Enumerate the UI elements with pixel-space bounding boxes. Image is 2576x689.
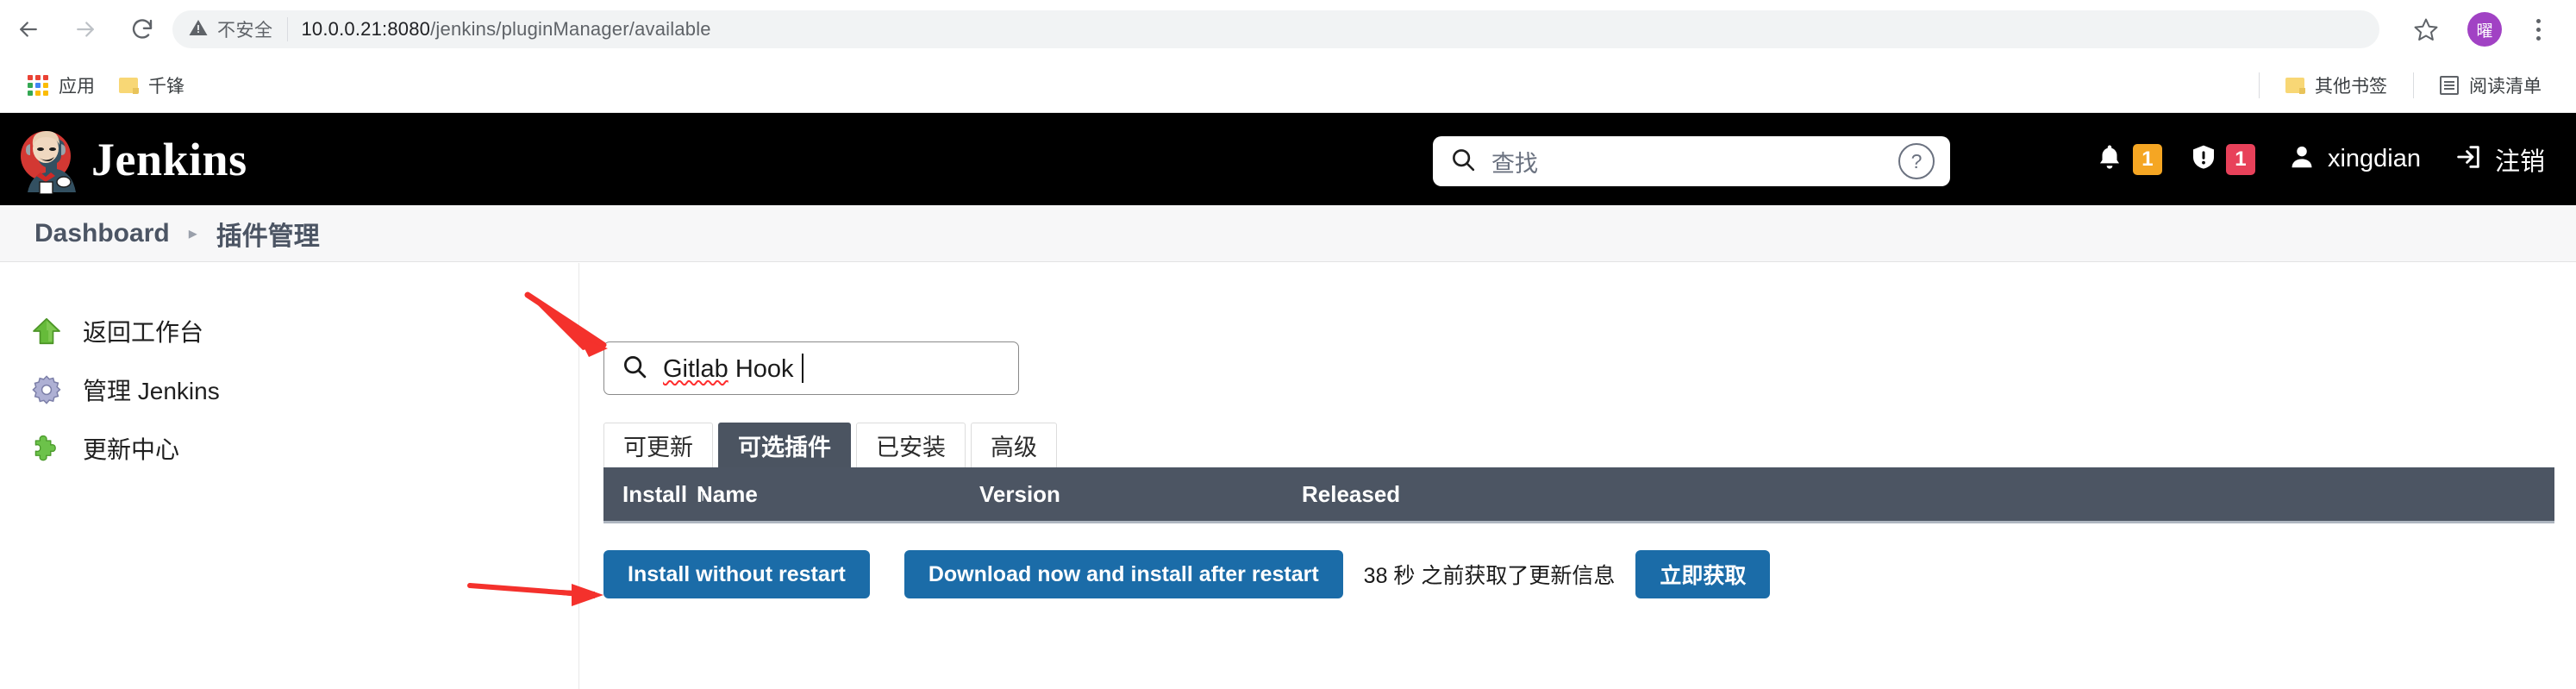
profile-avatar[interactable]: 曜 — [2467, 12, 2502, 47]
bookmarks-right-group: 其他书签 阅读清单 — [2245, 59, 2576, 112]
bookmark-item-label: 千锋 — [148, 77, 184, 97]
plugin-table-header: Install ↑ Name Version Released — [603, 467, 2554, 523]
column-header-released[interactable]: Released — [1302, 467, 1400, 521]
search-icon — [622, 354, 647, 384]
column-header-name[interactable]: Name — [697, 467, 758, 521]
bookmarks-divider — [2259, 72, 2260, 98]
plugin-search-value-rest: Hook — [728, 354, 794, 383]
shield-alert-icon — [2190, 142, 2217, 176]
folder-icon — [119, 78, 139, 94]
tab-installed[interactable]: 已安装 — [856, 423, 966, 467]
search-icon — [1450, 147, 1476, 177]
logout-button[interactable]: 注销 — [2440, 141, 2559, 178]
other-bookmarks-label: 其他书签 — [2315, 77, 2387, 97]
check-now-button[interactable]: 立即获取 — [1635, 550, 1771, 598]
logout-icon — [2454, 142, 2483, 176]
jenkins-search-placeholder: 查找 — [1491, 150, 1538, 177]
url-host: 10.0.0.21:8080 — [301, 18, 431, 40]
bookmark-star-icon[interactable] — [2407, 10, 2445, 48]
sidebar-item-label: 管理 Jenkins — [83, 378, 220, 404]
plugin-search-value-misspelled: Gitlab — [663, 354, 728, 383]
sidebar-item-label: 返回工作台 — [83, 319, 204, 346]
browser-toolbar: 不安全 10.0.0.21:8080/jenkins/pluginManager… — [0, 0, 2576, 59]
reading-list-label: 阅读清单 — [2469, 77, 2542, 97]
back-icon[interactable] — [0, 0, 57, 59]
breadcrumb-item-dashboard[interactable]: Dashboard — [34, 219, 170, 248]
apps-grid-icon — [28, 75, 48, 96]
address-bar[interactable]: 不安全 10.0.0.21:8080/jenkins/pluginManager… — [172, 10, 2379, 48]
chevron-right-icon: ▸ — [188, 224, 197, 243]
site-security-indicator[interactable]: 不安全 — [188, 16, 273, 42]
up-arrow-green-icon — [29, 314, 64, 348]
bell-icon — [2095, 142, 2124, 176]
update-info-timestamp: 38 秒 之前获取了更新信息 — [1363, 564, 1616, 588]
user-name-label: xingdian — [2327, 145, 2421, 172]
bookmark-reading-list[interactable]: 阅读清单 — [2428, 67, 2554, 103]
plugin-tabs: 可更新 可选插件 已安装 高级 — [603, 423, 1057, 467]
tab-advanced[interactable]: 高级 — [971, 423, 1057, 467]
download-now-install-after-restart-button[interactable]: Download now and install after restart — [903, 550, 1343, 598]
logout-label: 注销 — [2494, 147, 2545, 176]
url-text: 10.0.0.21:8080/jenkins/pluginManager/ava… — [302, 18, 711, 41]
reload-icon[interactable] — [114, 0, 171, 59]
browser-window: 不安全 10.0.0.21:8080/jenkins/pluginManager… — [0, 0, 2576, 689]
help-circle-icon[interactable]: ? — [1898, 143, 1935, 179]
notifications-badge: 1 — [2132, 143, 2162, 175]
plugin-search-value: Gitlab Hook — [663, 353, 803, 384]
kebab-menu-icon[interactable] — [2519, 10, 2557, 48]
sidebar-item-update-center[interactable]: 更新中心 — [0, 419, 578, 478]
breadcrumb: Dashboard ▸ 插件管理 — [0, 205, 2576, 262]
security-warning-label: 不安全 — [217, 21, 273, 41]
bookmarks-left-group: 应用 千锋 — [0, 59, 197, 112]
notifications-button[interactable]: 1 — [2081, 142, 2176, 176]
warning-triangle-icon — [188, 17, 209, 42]
bookmarks-divider — [2413, 72, 2414, 98]
url-path: /jenkins/pluginManager/available — [430, 18, 711, 40]
tab-updates[interactable]: 可更新 — [603, 423, 713, 467]
navigation-buttons — [0, 0, 171, 59]
plugin-actions: Install without restart Download now and… — [603, 550, 1771, 598]
bookmark-other-bookmarks[interactable]: 其他书签 — [2273, 67, 2399, 103]
user-menu[interactable]: xingdian — [2269, 143, 2440, 175]
sidebar-item-manage-jenkins[interactable]: 管理 Jenkins — [0, 360, 578, 419]
jenkins-header-right: 1 1 xingdian 注销 — [2081, 113, 2559, 205]
main-content: Gitlab Hook 可更新 可选插件 已安装 高级 Install ↑ Na… — [580, 263, 2576, 689]
jenkins-search-box[interactable]: 查找 ? — [1433, 136, 1950, 186]
reading-list-icon — [2440, 76, 2459, 95]
text-caret — [801, 353, 803, 383]
sidebar-item-back-to-dashboard[interactable]: 返回工作台 — [0, 302, 578, 360]
column-header-version[interactable]: Version — [979, 467, 1060, 521]
column-header-install[interactable]: Install ↑ — [622, 467, 708, 521]
security-badge: 1 — [2225, 143, 2255, 175]
forward-icon[interactable] — [57, 0, 114, 59]
tab-available[interactable]: 可选插件 — [718, 423, 851, 467]
puzzle-piece-green-icon — [29, 431, 64, 466]
bookmark-apps-label: 应用 — [59, 77, 95, 97]
bookmark-apps[interactable]: 应用 — [16, 67, 107, 103]
install-without-restart-button[interactable]: Install without restart — [603, 550, 870, 598]
plugin-search-input[interactable]: Gitlab Hook — [603, 341, 1019, 395]
bookmark-item[interactable]: 千锋 — [107, 67, 197, 103]
breadcrumb-item-plugin-manager[interactable]: 插件管理 — [216, 215, 320, 253]
person-icon — [2288, 143, 2316, 175]
bookmarks-bar: 应用 千锋 其他书签 阅读清单 — [0, 59, 2576, 113]
gear-icon — [29, 373, 64, 407]
security-button[interactable]: 1 — [2176, 142, 2269, 176]
folder-icon — [2285, 78, 2305, 94]
column-header-install-label: Install — [622, 480, 688, 507]
sidebar-item-label: 更新中心 — [83, 436, 180, 463]
jenkins-title: Jenkins — [91, 133, 247, 185]
sidebar: 返回工作台 管理 Jenkins 更新中心 — [0, 263, 579, 689]
jenkins-brand-link[interactable]: Jenkins — [0, 125, 247, 195]
omnibox-divider — [286, 17, 288, 41]
jenkins-butler-logo — [12, 125, 79, 195]
